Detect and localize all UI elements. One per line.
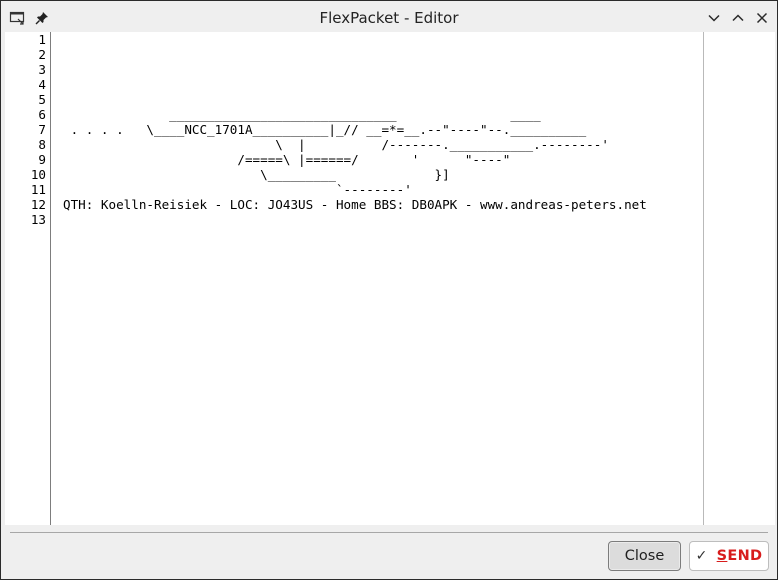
window-title: FlexPacket - Editor <box>319 9 459 27</box>
line-number: 10 <box>30 167 46 182</box>
send-button[interactable]: ✓ SEND <box>689 541 769 571</box>
line-number: 7 <box>38 122 46 137</box>
minimize-icon[interactable] <box>705 9 723 27</box>
title-bar[interactable]: FlexPacket - Editor <box>1 1 777 33</box>
send-button-label: SEND <box>716 548 763 564</box>
editor-area: 1 2 3 4 5 6 7 8 9 10 11 12 13 __________… <box>5 32 775 525</box>
editor-window: FlexPacket - Editor 1 2 3 4 5 6 7 8 9 10… <box>0 0 778 580</box>
close-button-label: Close <box>624 548 665 564</box>
text-editor[interactable]: ______________________________ ____ . . … <box>55 32 704 525</box>
line-number: 9 <box>38 152 46 167</box>
button-divider <box>10 532 768 533</box>
line-number: 8 <box>38 137 46 152</box>
line-number: 1 <box>38 32 46 47</box>
line-number: 2 <box>38 47 46 62</box>
close-icon[interactable] <box>753 9 771 27</box>
editor-text[interactable]: ______________________________ ____ . . … <box>63 32 647 212</box>
close-button[interactable]: Close <box>608 541 681 571</box>
checkmark-icon: ✓ <box>695 548 708 564</box>
line-number: 11 <box>30 182 46 197</box>
line-number-gutter: 1 2 3 4 5 6 7 8 9 10 11 12 13 <box>5 32 51 525</box>
line-number: 4 <box>38 77 46 92</box>
line-number: 13 <box>30 212 46 227</box>
maximize-icon[interactable] <box>729 9 747 27</box>
line-number: 12 <box>30 197 46 212</box>
line-number: 5 <box>38 92 46 107</box>
line-number: 3 <box>38 62 46 77</box>
line-number: 6 <box>38 107 46 122</box>
